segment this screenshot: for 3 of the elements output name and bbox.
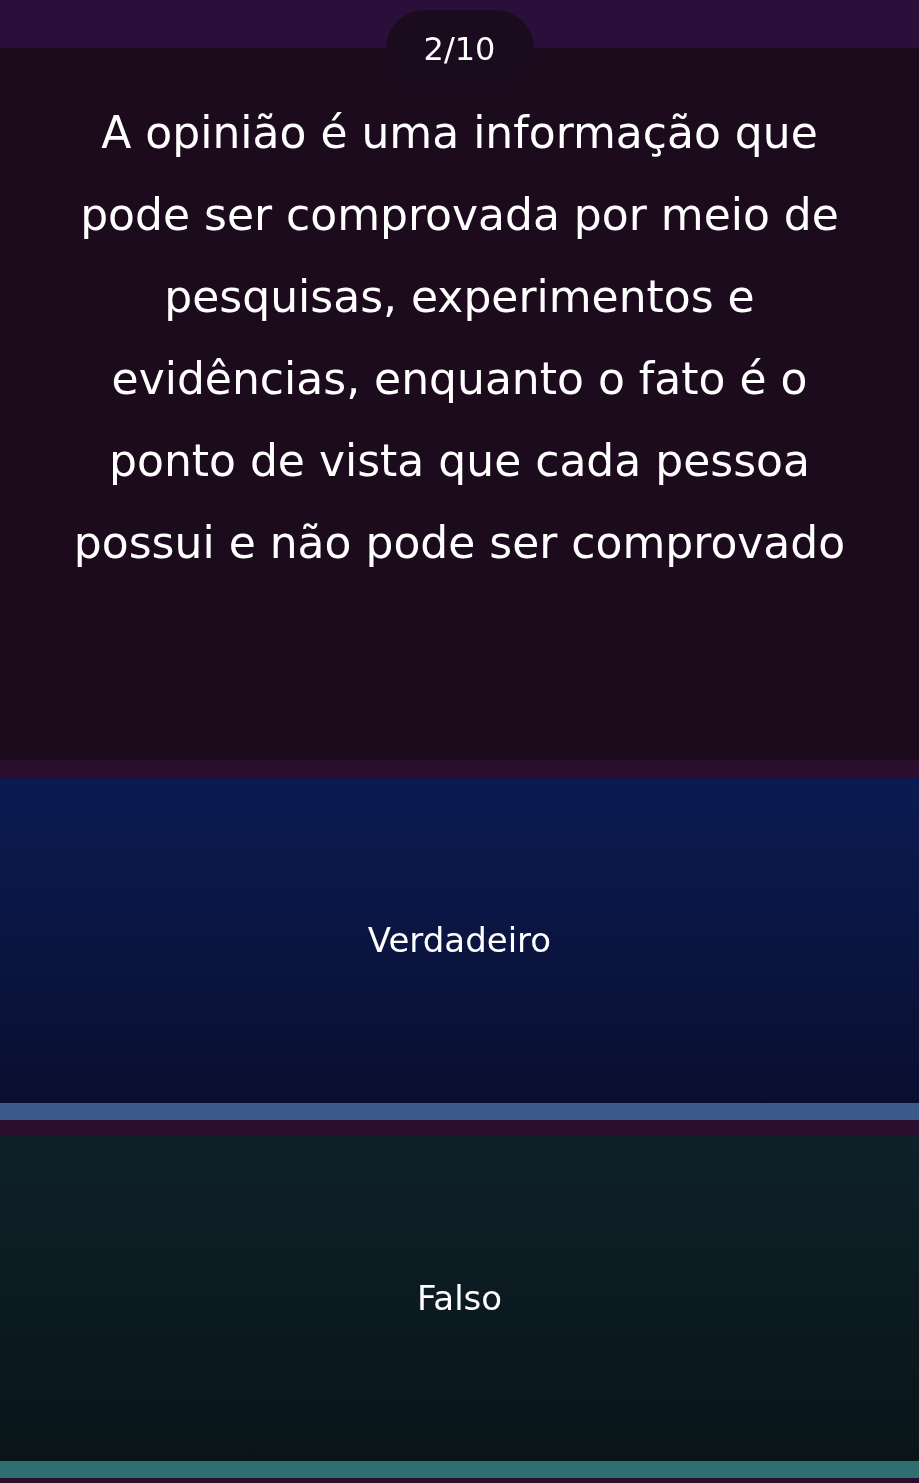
question-text: A opinião é uma informação que pode ser comprovada por meio de pesquisas, experimentos e evidências, enquanto o fato é o ponto de vista que cada pessoa possui e não pode ser comprovado (72, 106, 847, 570)
answer-option[interactable]: Falso (0, 1135, 919, 1478)
answer-option[interactable]: Verdadeiro (0, 778, 919, 1120)
